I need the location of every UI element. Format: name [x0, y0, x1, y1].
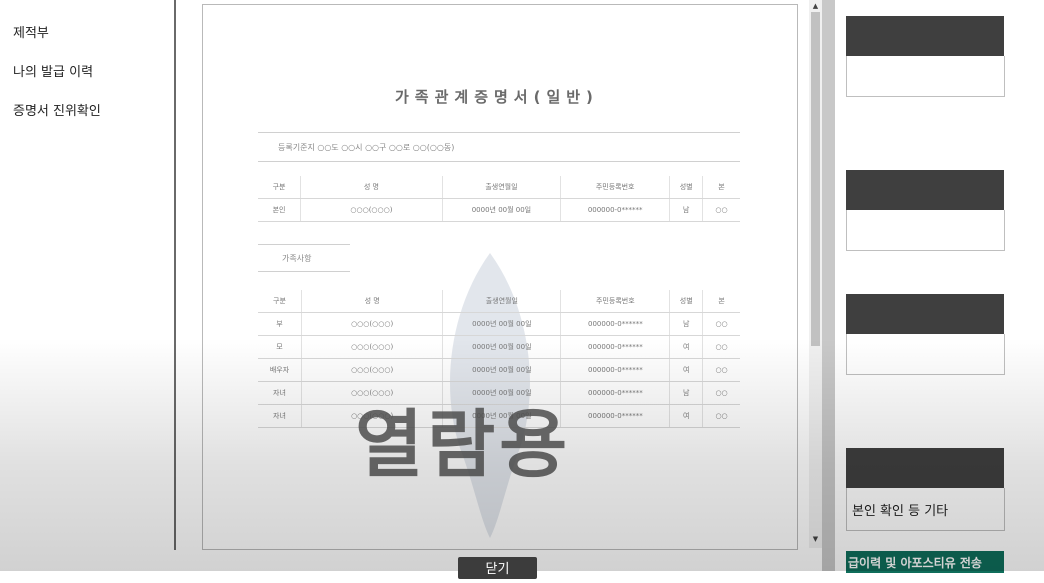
table-cell: 성별 — [669, 290, 704, 313]
panel-box-1[interactable] — [846, 56, 1005, 97]
table-cell: ○○○(○○○) — [300, 198, 443, 222]
table-cell: 0000년 00월 00일 — [442, 198, 562, 222]
table-row: 본인 ○○○(○○○) 0000년 00월 00일 000000-0****** 남 ○○ — [258, 198, 740, 222]
table-cell: 부 — [258, 312, 302, 336]
sidebar-item-removed-register[interactable]: 제적부 — [13, 22, 49, 41]
view-only-watermark: 열람용 — [355, 402, 572, 488]
sidebar-item-my-issue-history[interactable]: 나의 발급 이력 — [13, 61, 93, 80]
table-cell: ○○ — [702, 404, 740, 428]
panel-header-1 — [846, 16, 1004, 56]
family-section-label: 가족사항 — [258, 244, 350, 272]
table-cell: 주민등록번호 — [560, 176, 671, 199]
table-cell: 자녀 — [258, 381, 302, 405]
table-cell: ○○ — [702, 198, 740, 222]
table-cell: 000000-0****** — [560, 312, 671, 336]
table-cell: 성 명 — [300, 176, 443, 199]
table-cell: 0000년 00월 00일 — [442, 335, 562, 359]
table-cell: ○○○(○○○) — [301, 358, 444, 382]
table-cell: 구분 — [258, 176, 302, 199]
table-cell: 0000년 00월 00일 — [442, 312, 562, 336]
sidebar: 제적부 나의 발급 이력 증명서 진위확인 — [0, 0, 175, 571]
right-panel: 본인 확인 등 기타 급이력 및 아포스티유 전송 — [833, 0, 1044, 573]
table-cell: 000000-0****** — [560, 404, 671, 428]
panel-header-2 — [846, 170, 1004, 210]
panel-header-4 — [846, 448, 1004, 488]
person-table: 구분 성 명 출생연월일 주민등록번호 성별 본 본인 ○○○(○○○) 0000년 00월 0… — [258, 176, 740, 222]
table-cell: 본 — [702, 176, 740, 199]
table-cell: 성 명 — [301, 290, 444, 313]
table-cell: 주민등록번호 — [560, 290, 671, 313]
table-cell: 구분 — [258, 290, 302, 313]
panel-box-3[interactable] — [846, 334, 1005, 375]
table-cell: 출생연월일 — [442, 176, 562, 199]
identity-etc-label: 본인 확인 등 기타 — [852, 504, 949, 519]
table-cell: 자녀 — [258, 404, 302, 428]
table-cell: ○○ — [702, 312, 740, 336]
table-cell: 000000-0****** — [560, 381, 671, 405]
issue-history-apostille-button[interactable]: 급이력 및 아포스티유 전송 — [846, 551, 1004, 573]
popup.document.table2-header-row: 구분 성 명 출생연월일 주민등록번호 성별 본 — [258, 290, 740, 313]
popup.document.table1-header-row: 구분 성 명 출생연월일 주민등록번호 성별 본 — [258, 176, 740, 199]
table-cell: 여 — [669, 358, 704, 382]
table-cell: ○○ — [702, 335, 740, 359]
table-cell: 출생연월일 — [442, 290, 562, 313]
table-cell: ○○ — [702, 381, 740, 405]
document-title: 가족관계증명서(일반) — [395, 88, 599, 106]
table-cell: 남 — [669, 381, 704, 405]
table-cell: 0000년 00월 00일 — [442, 358, 562, 382]
table-row: 모 ○○○(○○○) 0000년 00월 00일 000000-0****** 여 ○○ — [258, 335, 740, 359]
document-register-line: 등록기준지 ○○도 ○○시 ○○구 ○○로 ○○(○○동) — [258, 132, 740, 162]
table-cell: ○○○(○○○) — [301, 312, 444, 336]
table-cell: 000000-0****** — [560, 335, 671, 359]
table-cell: 남 — [669, 312, 704, 336]
scroll-up-icon[interactable]: ▲ — [809, 0, 822, 12]
table-cell: 여 — [669, 335, 704, 359]
table-cell: 남 — [669, 198, 704, 222]
table-row: 부 ○○○(○○○) 0000년 00월 00일 000000-0****** 남 ○○ — [258, 312, 740, 336]
table-cell: 성별 — [669, 176, 704, 199]
table-cell: 배우자 — [258, 358, 302, 382]
table-cell: 000000-0****** — [560, 358, 671, 382]
table-row: 배우자 ○○○(○○○) 0000년 00월 00일 000000-0****** 여 ○… — [258, 358, 740, 382]
table-cell: 본 — [702, 290, 740, 313]
table-cell: 000000-0****** — [560, 198, 671, 222]
popup-shadow-edge — [822, 0, 835, 571]
table-cell: 모 — [258, 335, 302, 359]
scroll-down-icon[interactable]: ▼ — [809, 533, 822, 545]
scrollbar-thumb[interactable] — [811, 12, 820, 346]
panel-box-2[interactable] — [846, 210, 1005, 251]
close-button[interactable]: 닫기 — [458, 557, 537, 579]
table-cell: 여 — [669, 404, 704, 428]
panel-header-3 — [846, 294, 1004, 334]
sidebar-item-certificate-verification[interactable]: 증명서 진위확인 — [13, 100, 101, 119]
table-cell: ○○ — [702, 358, 740, 382]
table-cell: ○○○(○○○) — [301, 335, 444, 359]
table-cell: 본인 — [258, 198, 302, 222]
